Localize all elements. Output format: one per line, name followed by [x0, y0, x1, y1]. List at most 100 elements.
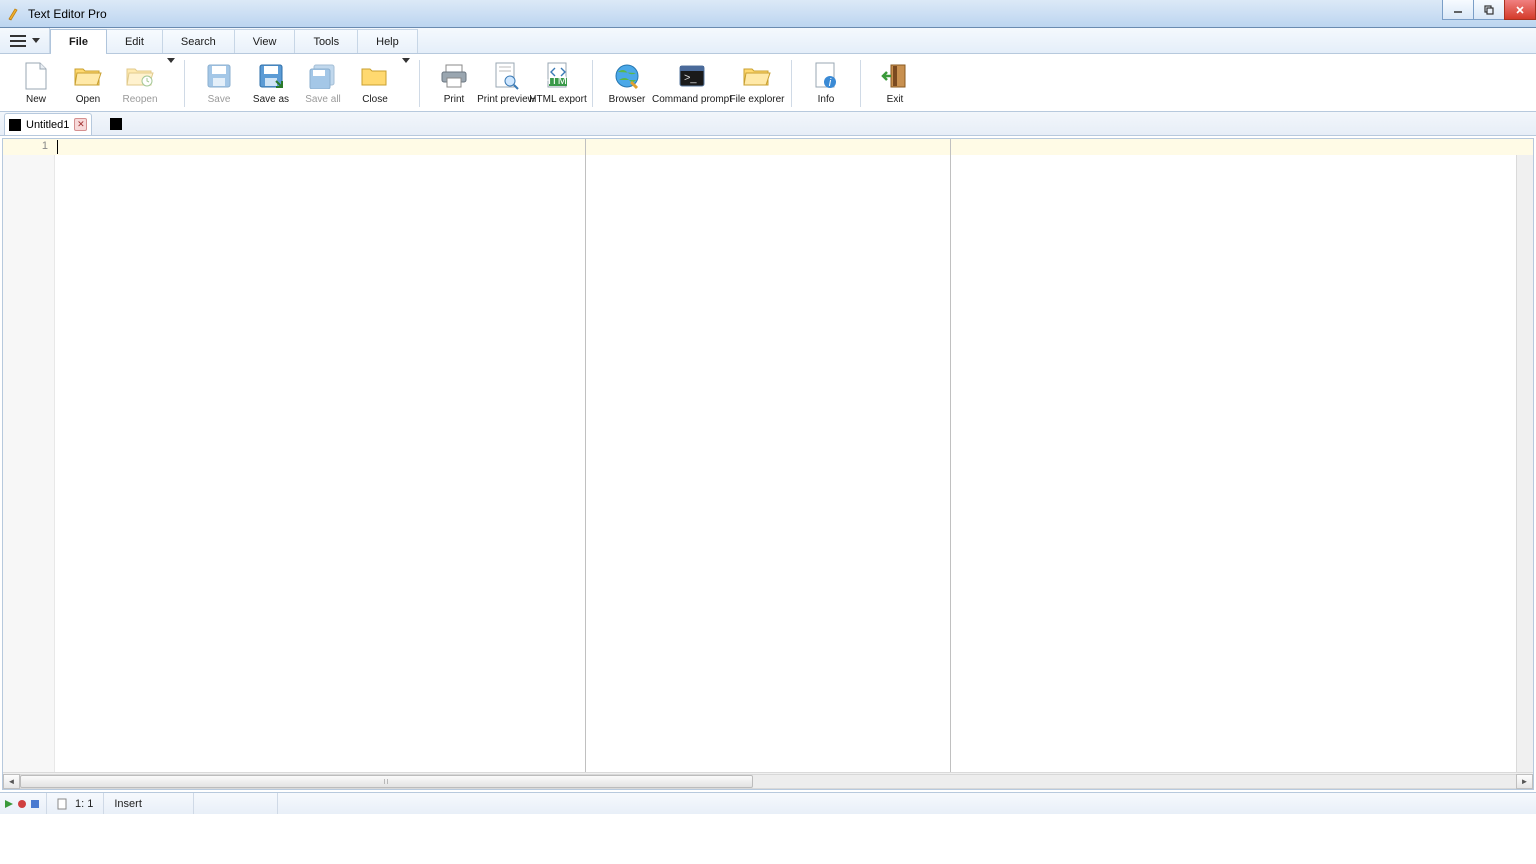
print-button[interactable]: Print: [428, 58, 480, 108]
button-label: Close: [362, 94, 388, 105]
macro-stop-icon[interactable]: [30, 799, 40, 809]
tab-view[interactable]: View: [234, 29, 296, 53]
button-label: Save as: [253, 94, 289, 105]
tab-label: Search: [181, 36, 216, 48]
page-guide-line: [585, 139, 586, 772]
insert-mode: Insert: [114, 798, 142, 810]
new-file-icon: [21, 61, 51, 91]
printer-icon: [439, 61, 469, 91]
folder-open-icon: [73, 61, 103, 91]
document-status-icon: [57, 798, 69, 810]
tab-edit[interactable]: Edit: [106, 29, 163, 53]
document-tab-bar: Untitled1 ✕: [0, 112, 1536, 136]
button-label: New: [26, 94, 46, 105]
globe-icon: [612, 61, 642, 91]
window-title: Text Editor Pro: [28, 7, 107, 21]
info-button[interactable]: i Info: [800, 58, 852, 108]
info-icon: i: [811, 61, 841, 91]
page-guide-line: [950, 139, 951, 772]
command-prompt-button[interactable]: >_ Command prompt: [653, 58, 731, 108]
new-tab-button[interactable]: [110, 118, 122, 130]
tab-label: View: [253, 36, 277, 48]
button-label: Reopen: [122, 94, 157, 105]
file-explorer-button[interactable]: File explorer: [731, 58, 783, 108]
tab-tools[interactable]: Tools: [294, 29, 358, 53]
button-label: Info: [818, 94, 835, 105]
folder-icon: [742, 61, 772, 91]
svg-text:>_: >_: [684, 72, 697, 84]
scroll-left-button[interactable]: ◄: [3, 774, 20, 789]
chevron-down-icon: [402, 58, 410, 63]
document-tab[interactable]: Untitled1 ✕: [4, 113, 92, 135]
tab-help[interactable]: Help: [357, 29, 418, 53]
terminal-icon: >_: [677, 61, 707, 91]
html-export-button[interactable]: HTML HTML export: [532, 58, 584, 108]
line-number-gutter: 1: [3, 139, 55, 772]
button-label: HTML export: [529, 94, 586, 105]
os-taskbar-area: [0, 814, 1536, 864]
button-label: Open: [76, 94, 100, 105]
status-bar: 1: 1 Insert: [0, 792, 1536, 814]
reopen-button[interactable]: Reopen: [114, 58, 166, 108]
editor-pane: 1 ◄ ►: [2, 138, 1534, 790]
save-icon: [204, 61, 234, 91]
exit-button[interactable]: Exit: [869, 58, 921, 108]
button-label: Browser: [609, 94, 646, 105]
print-preview-icon: [491, 61, 521, 91]
button-label: Save all: [305, 94, 341, 105]
chevron-down-icon: [32, 38, 40, 43]
open-button[interactable]: Open: [62, 58, 114, 108]
main-menu-button[interactable]: [0, 28, 50, 53]
document-tab-label: Untitled1: [26, 119, 69, 131]
browser-button[interactable]: Browser: [601, 58, 653, 108]
close-tab-button[interactable]: ✕: [74, 118, 87, 131]
macro-record-icon[interactable]: [17, 799, 27, 809]
button-label: Print: [444, 94, 465, 105]
tab-label: Help: [376, 36, 399, 48]
save-as-button[interactable]: Save as: [245, 58, 297, 108]
save-all-button[interactable]: Save all: [297, 58, 349, 108]
cursor-position: 1: 1: [75, 798, 93, 810]
app-icon: [6, 6, 22, 22]
button-label: File explorer: [729, 94, 784, 105]
tab-label: File: [69, 36, 88, 48]
scrollbar-thumb[interactable]: [20, 775, 753, 788]
chevron-down-icon: [167, 58, 175, 63]
button-label: Exit: [887, 94, 904, 105]
hamburger-icon: [10, 35, 26, 47]
ribbon-toolbar: New Open Reopen Save Save as: [0, 54, 1536, 112]
close-window-button[interactable]: [1504, 0, 1536, 20]
text-editor-area[interactable]: [55, 139, 1516, 772]
button-label: Save: [208, 94, 231, 105]
title-bar: Text Editor Pro: [0, 0, 1536, 28]
svg-text:HTML: HTML: [545, 75, 571, 87]
reopen-dropdown[interactable]: [166, 58, 176, 63]
button-label: Command prompt: [652, 94, 732, 105]
tab-search[interactable]: Search: [162, 29, 235, 53]
exit-icon: [880, 61, 910, 91]
save-as-icon: [256, 61, 286, 91]
text-caret: [57, 140, 58, 154]
document-color-swatch: [9, 119, 21, 131]
folder-reopen-icon: [125, 61, 155, 91]
minimize-button[interactable]: [1442, 0, 1474, 20]
tab-label: Tools: [313, 36, 339, 48]
print-preview-button[interactable]: Print preview: [480, 58, 532, 108]
horizontal-scrollbar[interactable]: ◄ ►: [3, 772, 1533, 789]
html-export-icon: HTML: [543, 61, 573, 91]
menu-bar: File Edit Search View Tools Help: [0, 28, 1536, 54]
line-number: 1: [3, 140, 48, 152]
close-dropdown[interactable]: [401, 58, 411, 63]
folder-close-icon: [360, 61, 390, 91]
tab-file[interactable]: File: [50, 29, 107, 53]
save-button[interactable]: Save: [193, 58, 245, 108]
save-all-icon: [308, 61, 338, 91]
new-button[interactable]: New: [10, 58, 62, 108]
button-label: Print preview: [477, 94, 535, 105]
maximize-button[interactable]: [1473, 0, 1505, 20]
vertical-scrollbar[interactable]: [1516, 139, 1533, 772]
macro-play-icon[interactable]: [4, 799, 14, 809]
close-button[interactable]: Close: [349, 58, 401, 108]
scroll-right-button[interactable]: ►: [1516, 774, 1533, 789]
tab-label: Edit: [125, 36, 144, 48]
